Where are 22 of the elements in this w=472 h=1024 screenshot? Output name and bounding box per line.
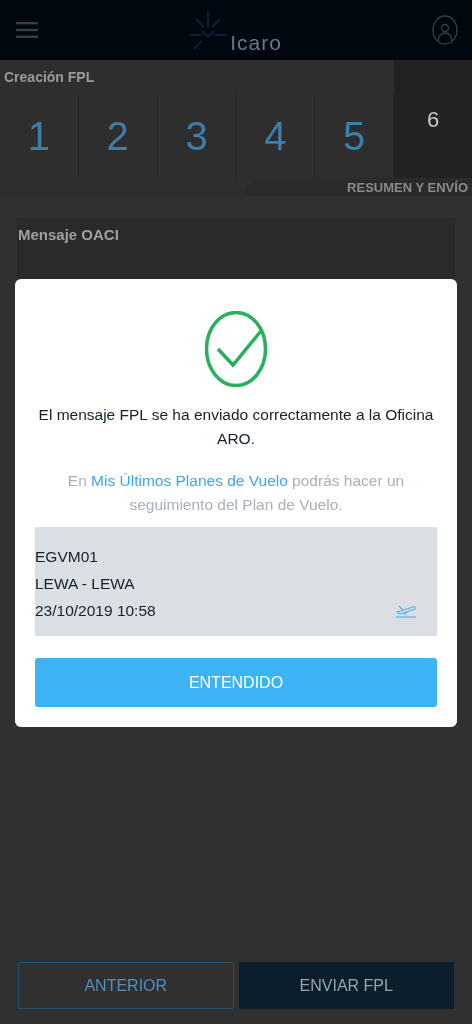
flight-plans-link[interactable]: Mis Últimos Planes de Vuelo [91, 472, 288, 489]
step-caption: RESUMEN Y ENVÍO [347, 179, 468, 195]
wizard-title: Creación FPL [4, 69, 95, 85]
step-tab[interactable]: 6 [394, 60, 472, 178]
success-check-icon [205, 311, 267, 387]
app-logo: Icaro [230, 32, 282, 53]
flight-plan-card[interactable]: EGVM01 LEWA - LEWA 23/10/2019 10:58 [35, 527, 437, 636]
section-title: Mensaje OACI [18, 226, 119, 243]
airplane-takeoff-icon [395, 604, 417, 618]
step-tab[interactable]: 1 [0, 94, 79, 178]
plan-detail: LEWA - LEWA [35, 574, 136, 594]
plan-detail: EGVM01 [35, 547, 99, 567]
step-tab[interactable]: 3 [157, 94, 237, 178]
back-button[interactable]: ANTERIOR [18, 962, 234, 1009]
step-tab[interactable]: 2 [78, 94, 158, 178]
confirm-button[interactable]: ENTENDIDO [35, 658, 437, 707]
user-profile-icon[interactable] [432, 15, 458, 45]
tracking-hint: En Mis Últimos Planes de Vuelo podrás hacer un seguimiento del Plan de Vuelo. [66, 471, 406, 515]
success-message: El mensaje FPL se ha enviado correctamente a la Oficina ARO. [37, 405, 435, 449]
menu-icon[interactable] [16, 22, 38, 38]
send-button[interactable]: ENVIAR FPL [238, 962, 454, 1009]
plan-detail: 23/10/2019 10:58 [35, 601, 156, 621]
